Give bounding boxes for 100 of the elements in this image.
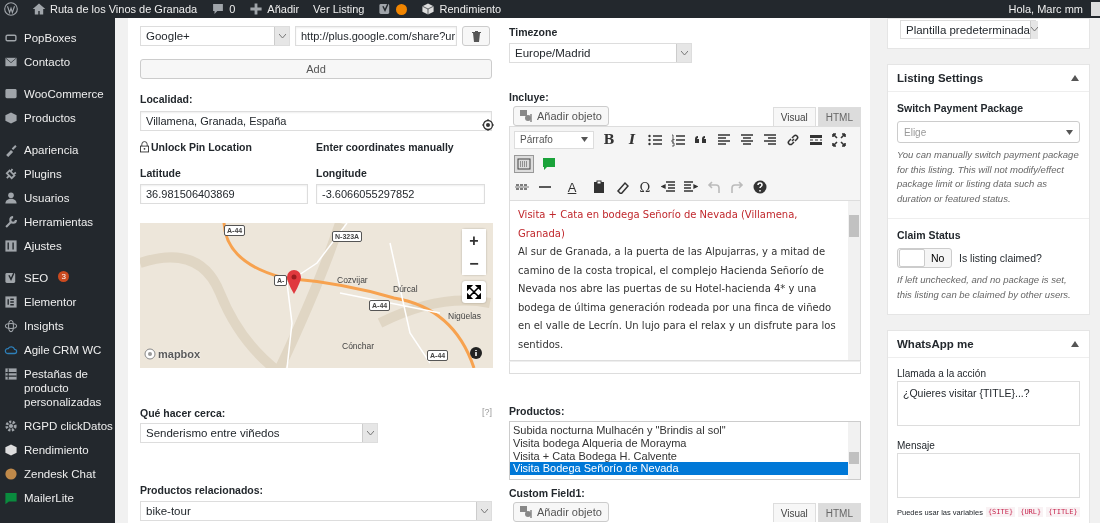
clipboard-icon[interactable] xyxy=(591,179,607,196)
status-dot xyxy=(396,3,408,15)
field-label: Productos relacionados: xyxy=(140,484,265,496)
collapse-triangle-icon[interactable] xyxy=(1071,75,1079,81)
sidebar-menu-item[interactable]: SEO 3 xyxy=(0,266,115,290)
sidebar-menu-item[interactable]: Usuarios xyxy=(0,186,115,210)
view-listing-link[interactable]: Ver Listing xyxy=(313,3,365,15)
zoom-out-button[interactable]: − xyxy=(462,252,486,275)
brush-icon xyxy=(4,143,18,157)
mapbox-logo[interactable]: mapbox xyxy=(144,347,204,361)
sidebar-menu-item[interactable]: Contacto xyxy=(0,50,115,74)
toggle-label: Is listing claimed? xyxy=(959,252,1042,264)
sidebar-menu-item[interactable]: Herramientas xyxy=(0,210,115,234)
caret-icon[interactable] xyxy=(680,50,688,56)
related-products-select[interactable]: bike-tour xyxy=(140,501,492,521)
network-select[interactable]: Google+ xyxy=(140,26,290,46)
add-media-button[interactable]: Añadir objeto xyxy=(513,502,609,522)
square-icon xyxy=(4,295,18,309)
site-title-link[interactable]: Ruta de los Vinos de Granada xyxy=(50,3,198,15)
sidebar-menu-item[interactable]: Apariencia xyxy=(0,138,115,162)
list-option[interactable]: Visita + Cata Bodega H. Calvente xyxy=(510,449,848,463)
eraser-icon[interactable] xyxy=(614,179,630,196)
sidebar-menu-item[interactable]: RGPD clickDatos xyxy=(0,414,115,438)
manual-coordinates-link[interactable]: Enter coordinates manually xyxy=(316,141,485,153)
cloud-icon xyxy=(4,343,18,357)
nearby-select[interactable]: Senderismo entre viñedos xyxy=(140,423,378,443)
call-to-action-field[interactable]: ¿Quieres visitar {TITLE}...? xyxy=(897,381,1080,426)
numbered-list-icon[interactable] xyxy=(670,131,686,148)
sidebar-menu-item[interactable]: WooCommerce xyxy=(0,82,115,106)
list-option[interactable]: Subida nocturna Mulhacén y "Brindis al sol" xyxy=(510,424,848,437)
link-icon[interactable] xyxy=(785,131,801,148)
scrollbar[interactable] xyxy=(848,422,860,479)
align-left-icon[interactable] xyxy=(716,131,732,148)
unlock-pin-link[interactable]: Unlock Pin Location xyxy=(140,141,308,153)
add-button[interactable]: Add xyxy=(140,59,492,79)
latitude-field[interactable]: 36.981506403869 xyxy=(140,184,308,204)
caret-icon[interactable] xyxy=(366,430,374,436)
message-field[interactable] xyxy=(897,453,1080,498)
text-color-button[interactable]: A xyxy=(560,179,584,196)
wordpress-logo-icon[interactable] xyxy=(4,2,18,16)
box-icon xyxy=(4,111,18,125)
scrollbar[interactable] xyxy=(848,201,860,360)
editor-tab[interactable]: Visual xyxy=(772,503,816,522)
editor-content-area[interactable] xyxy=(509,201,861,361)
info-icon[interactable] xyxy=(470,347,482,359)
sidebar-menu-item[interactable]: Rendimiento xyxy=(0,438,115,462)
cube-icon[interactable] xyxy=(421,2,436,16)
align-right-icon[interactable] xyxy=(762,131,778,148)
editor-tab[interactable]: HTML xyxy=(817,107,861,126)
new-link[interactable]: Añadir xyxy=(267,3,300,15)
delete-button[interactable] xyxy=(462,26,490,46)
gear-icon xyxy=(4,419,18,433)
sidebar-menu-item[interactable]: Agile CRM WC xyxy=(0,338,115,362)
sidebar-menu-item[interactable]: Zendesk Chat xyxy=(0,462,115,486)
greeting-link[interactable]: Hola, Marc mm xyxy=(1008,3,1083,15)
resize-handle[interactable] xyxy=(509,361,861,374)
collapse-triangle-icon[interactable] xyxy=(1071,341,1079,347)
url-field[interactable]: http://plus.google.com/share?ur xyxy=(295,26,457,46)
help-icon[interactable] xyxy=(752,179,768,196)
italic-button[interactable]: I xyxy=(624,131,640,148)
align-center-icon[interactable] xyxy=(739,131,755,148)
fullscreen-button[interactable] xyxy=(462,281,486,303)
trash-icon[interactable] xyxy=(471,30,481,42)
field-label: Incluye: xyxy=(509,91,550,103)
template-select[interactable]: Plantilla predeterminada xyxy=(900,20,1036,39)
sidebar-menu-item[interactable]: PopBoxes xyxy=(0,26,115,50)
caret-icon[interactable] xyxy=(1031,27,1039,32)
caret-icon xyxy=(1066,129,1073,135)
longitude-field[interactable]: -3.6066055297852 xyxy=(316,184,485,204)
caret-icon[interactable] xyxy=(480,508,488,514)
speech-bubble-icon[interactable] xyxy=(541,155,557,172)
list-option[interactable]: Visita bodega Alqueria de Morayma xyxy=(510,436,848,450)
comment-icon xyxy=(211,2,226,16)
format-select[interactable]: Párrafo xyxy=(514,130,594,149)
home-icon xyxy=(32,2,46,16)
claim-toggle[interactable]: No xyxy=(897,248,952,268)
editor-tab[interactable]: Visual xyxy=(772,107,816,126)
editor-tab[interactable]: HTML xyxy=(817,503,861,522)
sidebar-menu-item[interactable]: MailerLite xyxy=(0,486,115,510)
list-option[interactable]: Visita Bodega Señorío de Nevada xyxy=(510,462,848,476)
sidebar-menu-item[interactable]: Elementor xyxy=(0,290,115,314)
zoom-in-button[interactable]: + xyxy=(462,229,486,252)
sidebar-menu-item[interactable]: Pestañas de producto personalizadas xyxy=(0,362,115,414)
sidebar-menu-item[interactable]: Ajustes xyxy=(0,234,115,258)
sidebar-menu-item[interactable]: Productos xyxy=(0,106,115,130)
timezone-select[interactable]: Europe/Madrid xyxy=(509,43,692,63)
performance-link[interactable]: Rendimiento xyxy=(439,3,502,15)
sidebar-menu-item[interactable]: Plugins xyxy=(0,162,115,186)
comments-count[interactable]: 0 xyxy=(229,3,236,15)
toolbar-toggle-button[interactable] xyxy=(514,154,534,173)
bold-button[interactable]: B xyxy=(601,131,617,148)
locate-icon[interactable] xyxy=(482,119,494,131)
help-text: You can manually switch payment package for this listing. This will not modify/effect package limit or listing data such as duration or featured status. xyxy=(897,148,1080,206)
fullscreen-icon[interactable] xyxy=(831,131,847,148)
location-field[interactable]: Villamena, Granada, España xyxy=(140,111,492,131)
sidebar-menu-item[interactable]: Insights xyxy=(0,314,115,338)
add-media-button[interactable]: Añadir objeto xyxy=(513,106,609,126)
caret-icon[interactable] xyxy=(278,33,286,39)
special-character-button[interactable]: Ω xyxy=(637,179,653,196)
products-list[interactable]: Subida nocturna Mulhacén y "Brindis al sol" Visita bodega Alqueria de Morayma Visita + Cata Bodega H. Calvente Visita Bodega Señorío de Nevada xyxy=(509,421,861,480)
